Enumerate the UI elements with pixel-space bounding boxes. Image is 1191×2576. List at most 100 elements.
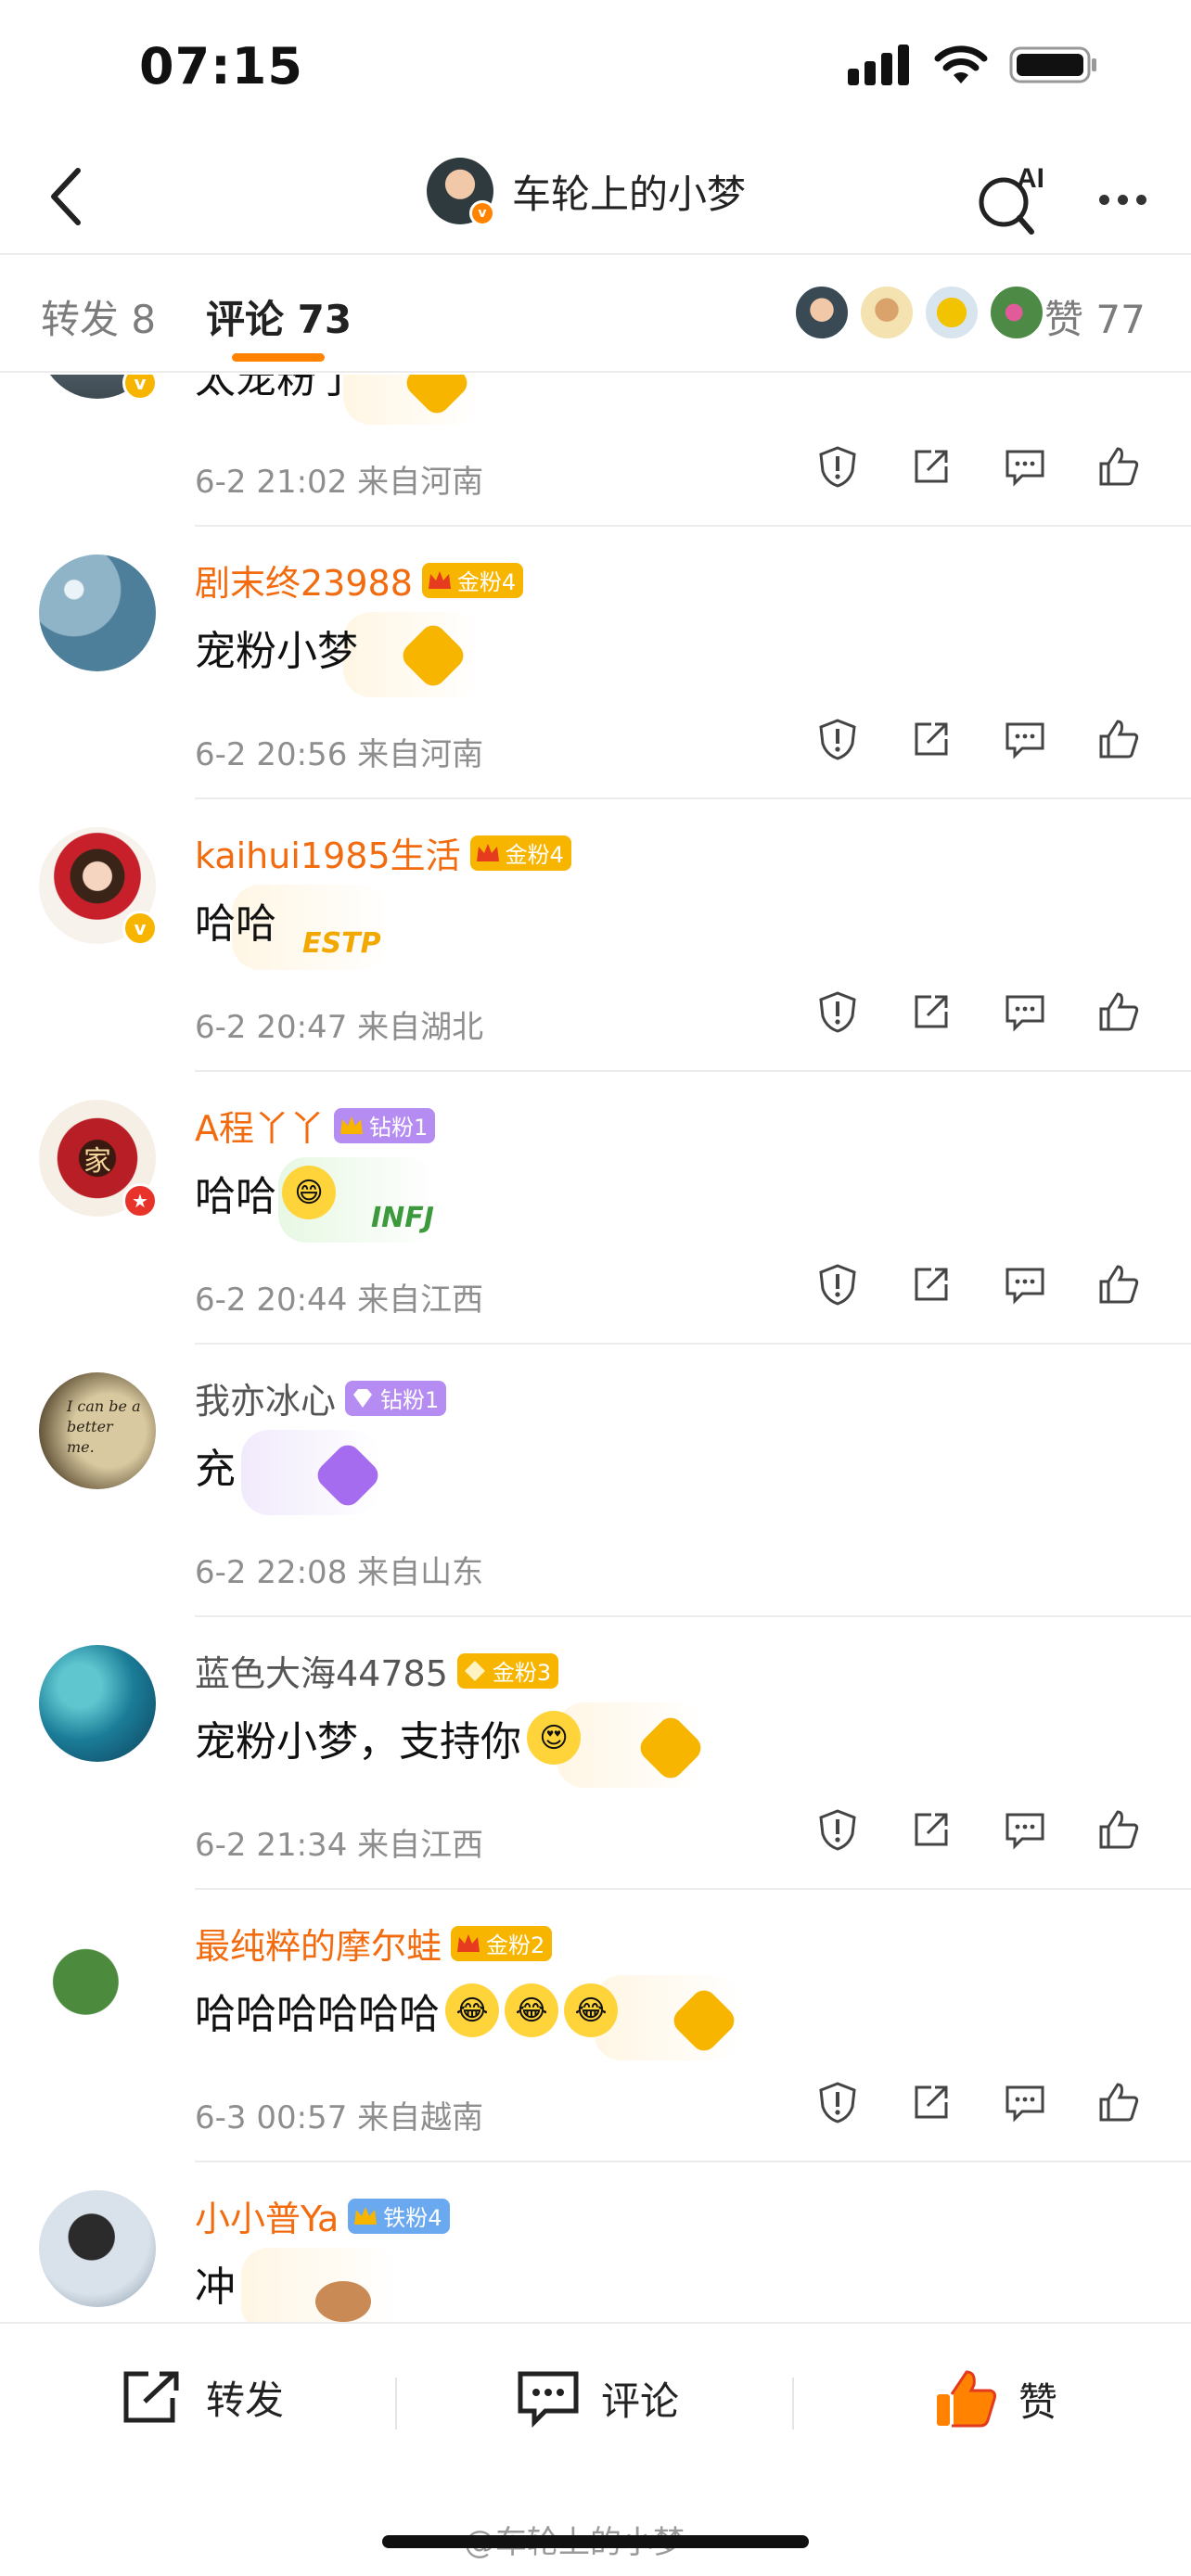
comment-text-body: 宠粉小梦，支持你	[195, 1718, 521, 1766]
reply-button[interactable]	[1004, 445, 1046, 488]
commenter-avatar[interactable]: v	[39, 827, 158, 946]
liker-avatars[interactable]	[794, 285, 1044, 340]
commenter-avatar[interactable]	[39, 2190, 156, 2307]
like-post-button[interactable]: 赞	[933, 2368, 1057, 2429]
comment-item[interactable]: 家 ★ A程丫丫 钻粉1 INFJ 哈哈 😄 6-2 20:44 来自江西	[0, 1072, 1191, 1345]
comment-item[interactable]: 小小普Ya 铁粉4 冲	[0, 2162, 1191, 2322]
comment-button[interactable]: 评论	[516, 2368, 679, 2428]
commenter-avatar[interactable]: v	[39, 375, 158, 401]
comment-item[interactable]: 蓝色大海44785 金粉3 宠粉小梦，支持你 😍 6-2 21:34 来自江西	[0, 1617, 1191, 1890]
author-avatar[interactable]: v	[427, 158, 495, 226]
ai-label: AI	[1017, 163, 1044, 194]
red-v-badge-icon: ★	[122, 1183, 158, 1218]
share-button[interactable]	[910, 445, 953, 488]
status-icons	[848, 45, 1098, 85]
comment-actions	[816, 1808, 1140, 1851]
liker-avatar[interactable]	[924, 285, 980, 340]
comment-item[interactable]: v kaihui1985生活 金粉4 ESTP 哈哈 6-2 20:47 来自湖…	[0, 799, 1191, 1072]
commenter-name[interactable]: 小小普Ya	[195, 2190, 339, 2241]
like-button[interactable]	[1097, 445, 1140, 488]
toolbar-separator	[395, 2378, 397, 2429]
commenter-avatar[interactable]	[39, 1918, 156, 2034]
fan-badge-label: 金粉2	[486, 1932, 545, 1958]
comment-bubble-icon	[1005, 722, 1044, 759]
reply-button[interactable]	[1004, 718, 1046, 760]
commenter-avatar[interactable]: 家 ★	[39, 1100, 158, 1218]
report-button[interactable]	[816, 718, 859, 760]
comment-icon	[518, 2371, 579, 2428]
liker-avatar[interactable]	[859, 285, 915, 340]
fan-badge: 钻粉1	[345, 1380, 447, 1416]
liker-avatar[interactable]	[989, 285, 1044, 340]
fan-badge-label: 金粉3	[492, 1660, 552, 1686]
report-button[interactable]	[816, 445, 859, 488]
report-button[interactable]	[816, 1263, 859, 1306]
comment-meta: 6-2 20:47 来自湖北	[195, 1009, 484, 1046]
reply-button[interactable]	[1004, 990, 1046, 1033]
share-button[interactable]	[910, 2081, 953, 2123]
comment-item[interactable]: 最纯粹的摩尔蛙 金粉2 哈哈哈哈哈哈 😂 😂 😂 6-3 00:57 来自越南	[0, 1890, 1191, 2162]
commenter-name[interactable]: 剧末终23988	[195, 555, 413, 606]
comment-list[interactable]: v 太宠粉了 6-2 21:02 来自河南 剧末终23988 金粉4 宠粉小梦 …	[0, 375, 1191, 2322]
like-button[interactable]	[1097, 1808, 1140, 1851]
share-button[interactable]	[910, 1263, 953, 1306]
flower-emoji-icon: 😍	[527, 1711, 581, 1765]
avatar-caption: I can be a better me.	[67, 1397, 141, 1456]
comment-item[interactable]: I can be a better me. 我亦冰心 钻粉1 充 6-2 22:…	[0, 1345, 1191, 1617]
comment-item[interactable]: 剧末终23988 金粉4 宠粉小梦 6-2 20:56 来自河南	[0, 527, 1191, 799]
commenter-name[interactable]: A程丫丫	[195, 1100, 325, 1151]
commenter-avatar[interactable]: I can be a better me.	[39, 1372, 156, 1489]
fan-badge-label: 钻粉1	[380, 1387, 440, 1413]
back-button[interactable]	[28, 159, 102, 234]
tab-comments[interactable]: 评论 73	[206, 288, 352, 345]
commenter-avatar[interactable]	[39, 555, 156, 671]
reply-button[interactable]	[1004, 2081, 1046, 2123]
gold-gem-icon	[634, 1712, 707, 1784]
gold-gem-icon	[401, 375, 473, 419]
comment-meta: 6-3 00:57 来自越南	[195, 2099, 484, 2136]
more-options-button[interactable]	[1085, 176, 1159, 223]
ai-search-button[interactable]: AI	[974, 156, 1048, 239]
verified-badge-icon: v	[122, 375, 158, 401]
commenter-name[interactable]: 我亦冰心	[195, 1372, 336, 1423]
report-button[interactable]	[816, 1808, 859, 1851]
nav-user[interactable]: v 车轮上的小梦	[427, 158, 746, 226]
report-button[interactable]	[816, 990, 859, 1033]
share-button[interactable]	[910, 1808, 953, 1851]
share-icon	[915, 1813, 948, 1846]
commenter-name-row: kaihui1985生活 金粉4	[195, 827, 571, 878]
tab-repost[interactable]: 转发 8	[41, 288, 156, 345]
like-button[interactable]	[1097, 718, 1140, 760]
like-button[interactable]	[1097, 2081, 1140, 2123]
home-indicator[interactable]	[382, 2535, 809, 2548]
reply-button[interactable]	[1004, 1808, 1046, 1851]
like-button[interactable]	[1097, 990, 1140, 1033]
comment-actions	[816, 990, 1140, 1033]
comment-bubble-icon	[1005, 1268, 1044, 1305]
gem-icon	[464, 1660, 485, 1681]
commenter-name[interactable]: 蓝色大海44785	[195, 1645, 448, 1696]
tears-of-joy-emoji-icon: 😂	[564, 1983, 618, 2037]
tab-likes[interactable]: 赞 77	[1044, 288, 1146, 345]
report-button[interactable]	[816, 2081, 859, 2123]
share-button[interactable]	[910, 718, 953, 760]
mbti-label: INFJ	[371, 1202, 434, 1234]
share-button[interactable]	[910, 990, 953, 1033]
comment-text-body: 哈哈哈哈哈哈	[195, 1991, 440, 2038]
comment-item[interactable]: v 太宠粉了 6-2 21:02 来自河南	[0, 375, 1191, 527]
fan-badge: 金粉4	[421, 562, 524, 598]
repost-button[interactable]: 转发	[121, 2368, 284, 2426]
verified-badge-icon: v	[122, 911, 158, 946]
tears-of-joy-emoji-icon: 😂	[445, 1983, 499, 2037]
like-button[interactable]	[1097, 1263, 1140, 1306]
reply-button[interactable]	[1004, 1263, 1046, 1306]
thumbs-up-icon	[1099, 1810, 1139, 1849]
fan-badge-label: 金粉4	[456, 569, 517, 595]
commenter-avatar[interactable]	[39, 1645, 156, 1762]
share-icon	[915, 1268, 948, 1301]
comment-meta: 6-2 21:02 来自河南	[195, 464, 484, 501]
commenter-name[interactable]: 最纯粹的摩尔蛙	[195, 1918, 442, 1969]
comment-text: 宠粉小梦	[195, 618, 358, 677]
commenter-name[interactable]: kaihui1985生活	[195, 827, 461, 878]
liker-avatar[interactable]	[794, 285, 850, 340]
